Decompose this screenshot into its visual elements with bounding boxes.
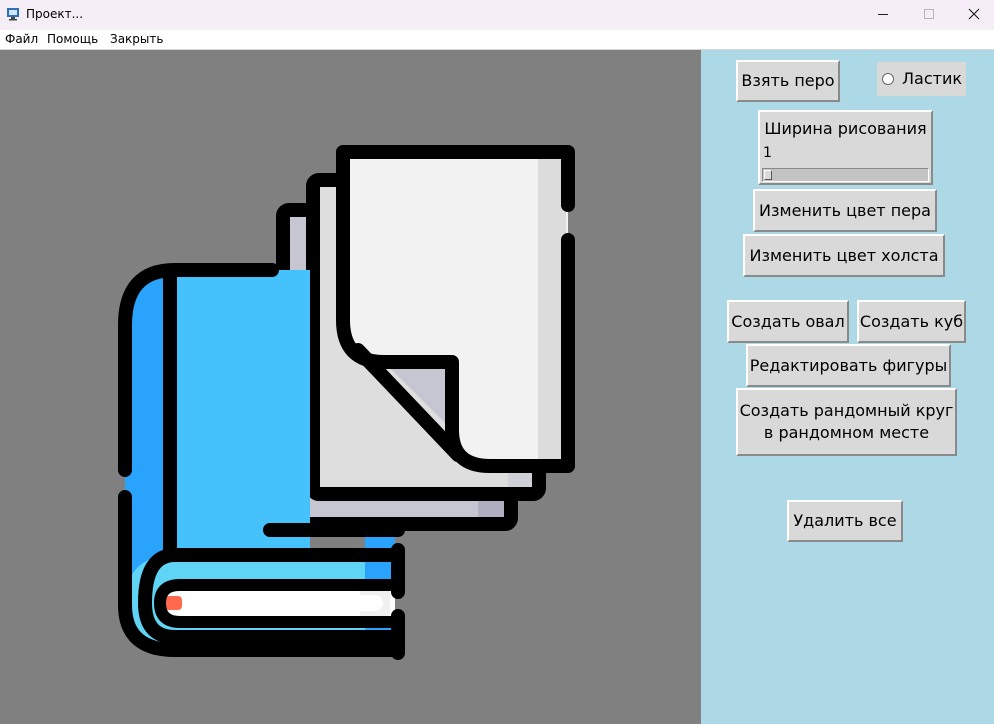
menu-help[interactable]: Помощь [47,32,98,46]
maximize-button[interactable] [906,0,952,30]
app-icon [7,8,19,21]
close-button[interactable] [952,0,994,30]
slider-handle[interactable] [764,170,772,180]
create-oval-button[interactable]: Создать овал [727,300,849,343]
change-pen-color-button[interactable]: Изменить цвет пера [753,189,937,232]
radio-button-icon[interactable] [882,73,894,85]
window-title: Проект... [26,7,84,21]
menu-file[interactable]: Файл [5,32,38,46]
delete-all-button[interactable]: Удалить все [787,500,903,542]
menu-close[interactable]: Закрыть [110,32,163,46]
change-canvas-color-button[interactable]: Изменить цвет холста [743,234,945,277]
create-random-circle-button[interactable]: Создать рандомный круг в рандомном месте [736,388,957,456]
drawing-canvas[interactable] [0,50,701,724]
control-panel: Взять перо Ластик Ширина рисования 1 Изм… [701,50,994,724]
pen-width-slider[interactable] [762,168,929,182]
minimize-button[interactable] [860,0,906,30]
create-cube-button[interactable]: Создать куб [857,300,966,343]
pen-width-value: 1 [763,145,772,161]
minimize-icon [878,14,888,15]
take-pen-button[interactable]: Взять перо [736,60,840,102]
menu-bar: Файл Помощь Закрыть [0,30,994,50]
eraser-label: Ластик [902,69,963,88]
book-pages-icon [118,145,575,660]
title-bar: Проект... [0,0,994,30]
pen-width-label: Ширина рисования [764,119,927,138]
maximize-icon [924,9,934,19]
edit-shapes-button[interactable]: Редактировать фигуры [746,344,951,387]
eraser-radio[interactable]: Ластик [877,62,966,96]
close-icon [968,8,980,20]
pen-width-scale: Ширина рисования 1 [758,110,933,185]
